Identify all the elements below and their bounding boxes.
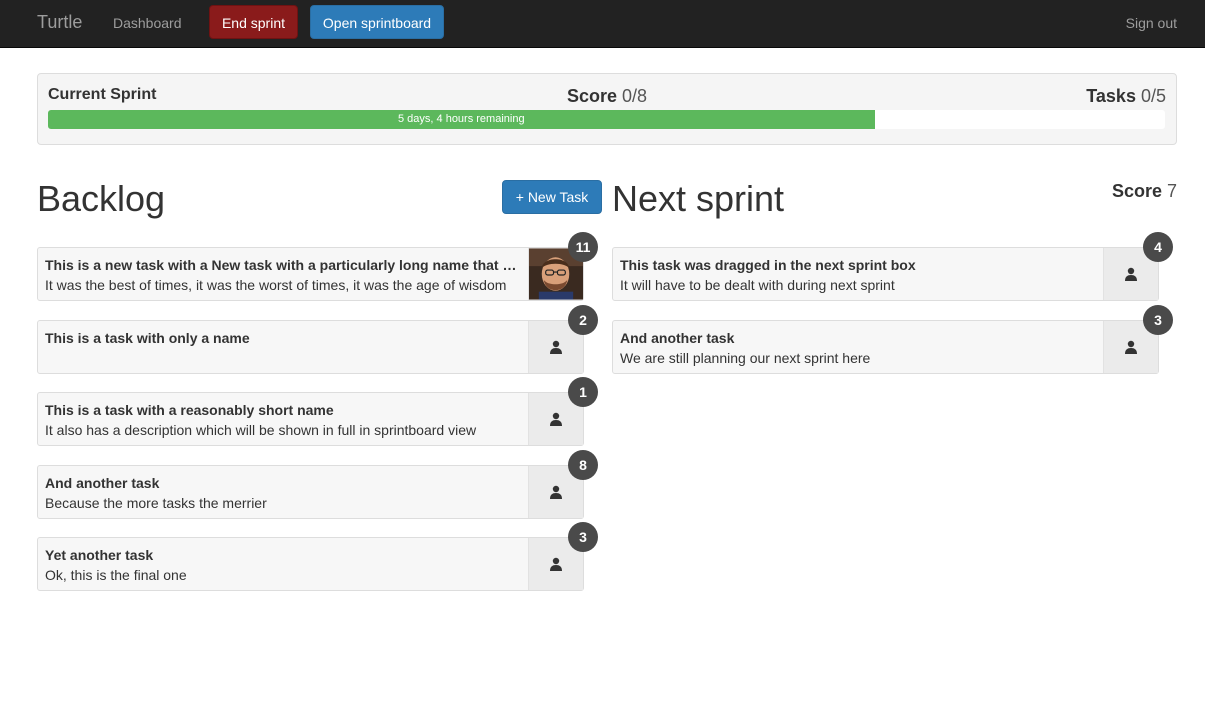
task-name: And another task xyxy=(620,330,735,346)
points-badge: 4 xyxy=(1143,232,1173,262)
current-sprint-panel: Current Sprint Score 0/8 Tasks 0/5 5 day… xyxy=(37,73,1177,145)
open-sprintboard-button[interactable]: Open sprintboard xyxy=(310,5,444,39)
points-badge: 1 xyxy=(568,377,598,407)
task-description: We are still planning our next sprint he… xyxy=(620,350,871,366)
task-description: It will have to be dealt with during nex… xyxy=(620,277,895,293)
next-score-value: 7 xyxy=(1166,181,1177,201)
task-name: Yet another task xyxy=(45,547,154,563)
task-card[interactable]: And another task We are still planning ou… xyxy=(612,320,1159,374)
sprint-progress-bar: 5 days, 4 hours remaining xyxy=(48,110,1165,129)
task-name: This is a task with only a name xyxy=(45,330,250,346)
task-description: Because the more tasks the merrier xyxy=(45,495,267,511)
points-badge: 3 xyxy=(1143,305,1173,335)
task-description: It also has a description which will be … xyxy=(45,422,477,438)
sprint-progress-fill: 5 days, 4 hours remaining xyxy=(48,110,875,129)
task-name: And another task xyxy=(45,475,160,491)
task-card[interactable]: This task was dragged in the next sprint… xyxy=(612,247,1159,301)
task-card[interactable]: This is a task with only a name xyxy=(37,320,584,374)
task-name: This is a new task with a New task with … xyxy=(45,257,517,273)
new-task-button[interactable]: + New Task xyxy=(502,180,602,214)
next-sprint-score: Score 7 xyxy=(1112,181,1177,202)
points-badge: 2 xyxy=(568,305,598,335)
task-description: It was the best of times, it was the wor… xyxy=(45,277,507,293)
current-sprint-tasks: Tasks 0/5 xyxy=(1086,86,1166,107)
task-card[interactable]: This is a new task with a New task with … xyxy=(37,247,584,301)
points-badge: 3 xyxy=(568,522,598,552)
score-value: 0/8 xyxy=(622,86,648,106)
task-card[interactable]: This is a task with a reasonably short n… xyxy=(37,392,584,446)
points-badge: 8 xyxy=(568,450,598,480)
next-sprint-title: Next sprint xyxy=(612,178,785,219)
task-card[interactable]: Yet another task Ok, this is the final on… xyxy=(37,537,584,591)
navbar: Turtle Dashboard End sprint Open sprintb… xyxy=(0,0,1205,48)
brand-link[interactable]: Turtle xyxy=(37,12,82,32)
task-description: Ok, this is the final one xyxy=(45,567,187,583)
task-name: This task was dragged in the next sprint… xyxy=(620,257,916,273)
sign-out-link[interactable]: Sign out xyxy=(1126,15,1177,31)
tasks-label: Tasks xyxy=(1086,86,1136,106)
task-name: This is a task with a reasonably short n… xyxy=(45,402,334,418)
current-sprint-score: Score 0/8 xyxy=(38,86,1176,107)
backlog-title: Backlog xyxy=(37,178,166,219)
nav-dashboard-link[interactable]: Dashboard xyxy=(113,15,182,31)
score-label: Score xyxy=(566,86,617,106)
tasks-value: 0/5 xyxy=(1140,86,1166,106)
points-badge: 11 xyxy=(568,232,598,262)
next-score-label: Score xyxy=(1111,181,1162,201)
end-sprint-button[interactable]: End sprint xyxy=(209,5,298,39)
task-card[interactable]: And another task Because the more tasks t… xyxy=(37,465,584,519)
